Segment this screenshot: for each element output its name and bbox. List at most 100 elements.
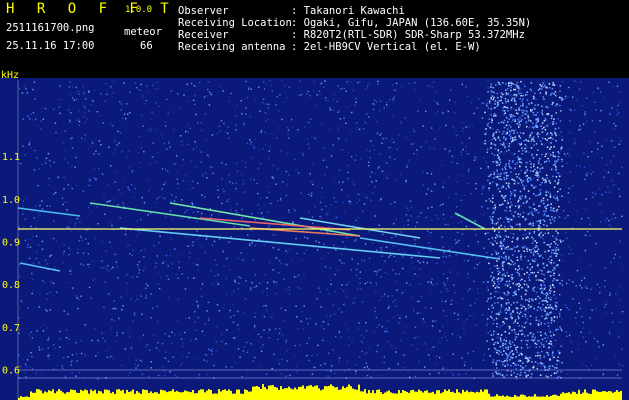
noise-dot: [106, 93, 108, 96]
noise-dot: [451, 246, 453, 249]
noise-dot: [291, 259, 293, 262]
band-dot: [556, 183, 559, 185]
band-dot: [536, 166, 539, 169]
level-bar: [170, 391, 172, 400]
noise-dot: [319, 364, 322, 366]
noise-dot: [450, 89, 452, 91]
band-dot: [560, 345, 562, 347]
noise-dot: [344, 246, 347, 248]
noise-dot: [616, 85, 619, 87]
band-dot: [495, 84, 497, 86]
noise-dot: [117, 204, 119, 206]
band-dot: [537, 306, 540, 308]
band-dot: [509, 359, 511, 361]
noise-dot: [418, 360, 420, 362]
noise-dot: [177, 183, 179, 185]
noise-dot: [307, 143, 309, 145]
noise-dot: [275, 257, 277, 259]
band-dot: [544, 129, 547, 131]
noise-dot: [465, 150, 467, 152]
noise-dot: [280, 197, 282, 200]
band-dot: [497, 252, 500, 254]
noise-dot: [239, 356, 241, 358]
noise-dot: [269, 80, 271, 82]
noise-dot: [587, 217, 590, 219]
noise-dot: [325, 212, 327, 214]
noise-dot: [297, 328, 299, 330]
noise-dot: [128, 189, 131, 191]
noise-dot: [65, 337, 68, 339]
noise-dot: [424, 366, 426, 368]
noise-dot: [394, 201, 396, 203]
noise-dot: [216, 304, 219, 306]
noise-dot: [78, 120, 81, 123]
band-dot: [491, 181, 494, 183]
noise-dot: [18, 317, 20, 319]
level-bar: [338, 389, 340, 400]
band-dot: [521, 147, 523, 149]
noise-dot: [387, 340, 389, 343]
band-dot: [516, 311, 519, 314]
noise-dot: [225, 293, 228, 295]
band-dot: [492, 98, 494, 101]
level-bar: [210, 390, 212, 400]
noise-dot: [340, 311, 343, 313]
band-dot: [519, 98, 521, 100]
band-dot: [545, 295, 548, 297]
level-bar: [428, 392, 430, 400]
band-dot: [495, 251, 497, 253]
noise-dot: [316, 249, 319, 251]
noise-dot: [124, 233, 127, 236]
noise-dot: [446, 277, 449, 280]
noise-dot: [572, 281, 574, 283]
noise-dot: [205, 238, 208, 240]
band-dot: [519, 284, 521, 286]
noise-dot: [316, 354, 318, 356]
band-dot: [526, 250, 529, 252]
noise-dot: [63, 250, 65, 253]
band-dot: [523, 139, 525, 142]
noise-dot: [377, 344, 379, 346]
band-dot: [549, 287, 552, 289]
band-dot: [493, 143, 495, 146]
level-bar: [514, 395, 516, 400]
noise-dot: [68, 108, 71, 111]
noise-dot: [411, 143, 413, 145]
noise-dot: [381, 325, 383, 328]
band-dot: [510, 370, 512, 373]
band-dot: [530, 120, 532, 122]
noise-dot: [292, 126, 294, 128]
band-dot: [548, 243, 551, 246]
noise-dot: [442, 367, 444, 369]
noise-dot: [155, 102, 157, 104]
noise-dot: [362, 128, 365, 130]
band-dot: [504, 365, 506, 367]
band-dot: [527, 374, 529, 376]
noise-dot: [241, 174, 243, 176]
band-dot: [496, 236, 499, 238]
noise-dot: [37, 184, 39, 187]
noise-dot: [568, 131, 571, 134]
band-dot: [553, 186, 556, 189]
band-dot: [492, 375, 494, 377]
noise-dot: [157, 283, 160, 285]
noise-dot: [454, 242, 457, 245]
noise-dot: [406, 207, 408, 209]
band-dot: [493, 154, 496, 156]
noise-dot: [170, 200, 172, 203]
noise-dot: [73, 99, 75, 101]
noise-dot: [609, 113, 611, 115]
band-dot: [514, 120, 516, 122]
band-dot: [521, 315, 524, 317]
y-tick-label: 0.7: [2, 323, 20, 334]
noise-dot: [482, 214, 485, 216]
noise-dot: [140, 337, 142, 339]
noise-dot: [489, 330, 491, 332]
noise-dot: [324, 363, 326, 365]
noise-dot: [211, 353, 213, 355]
band-dot: [524, 335, 526, 337]
noise-dot: [129, 329, 131, 332]
noise-dot: [590, 263, 592, 266]
band-dot: [555, 166, 557, 168]
band-dot: [534, 342, 536, 345]
